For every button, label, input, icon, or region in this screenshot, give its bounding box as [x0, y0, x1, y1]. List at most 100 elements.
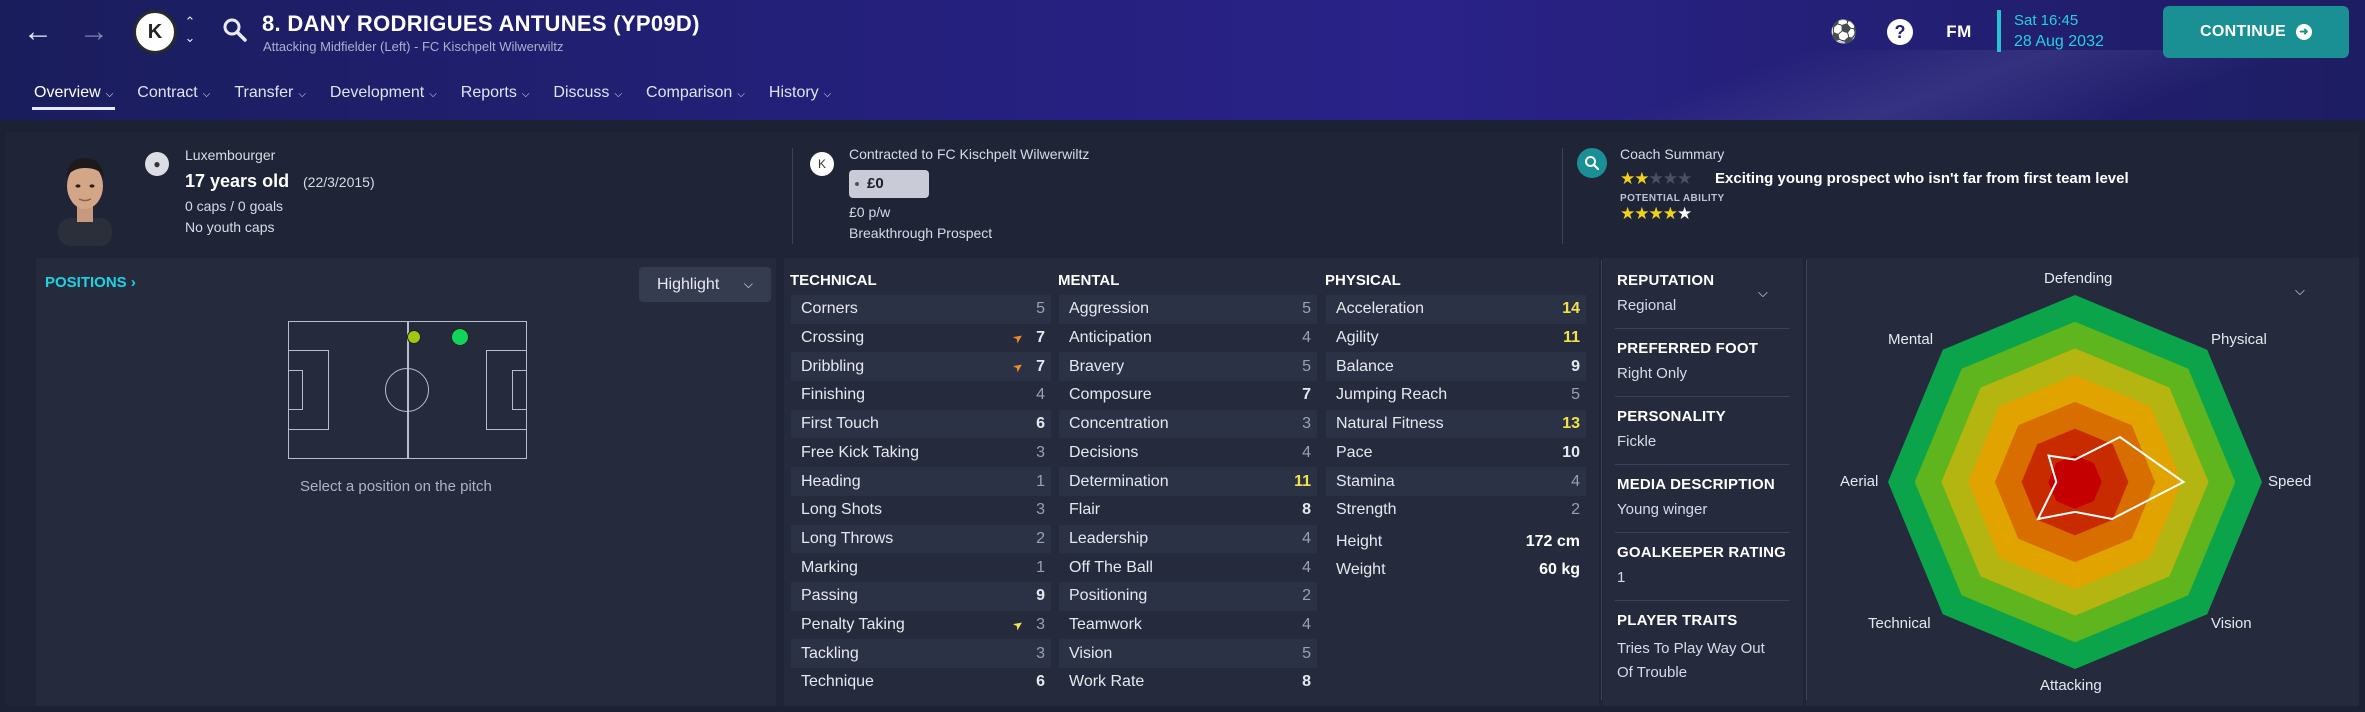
fm-logo[interactable]: FM: [1945, 18, 1973, 46]
preferred-foot-label: PREFERRED FOOT: [1617, 340, 1759, 357]
attribute-row[interactable]: Determination 11: [1059, 467, 1317, 496]
attribute-value: 4: [1571, 472, 1580, 490]
player-dob: (22/3/2015): [303, 174, 375, 190]
attribute-value: 8: [1302, 501, 1311, 519]
attribute-row[interactable]: Passing 9: [791, 582, 1051, 611]
position-pitch[interactable]: [288, 321, 527, 459]
chevron-down-icon: ⌵: [429, 89, 437, 100]
attribute-value: 4: [1302, 558, 1311, 576]
attribute-row[interactable]: Penalty Taking 3 ➤: [791, 611, 1051, 640]
attribute-row[interactable]: Natural Fitness 13: [1326, 409, 1586, 439]
coach-summary-text: Exciting young prospect who isn't far fr…: [1715, 170, 2129, 187]
attribute-name: Leadership: [1069, 529, 1149, 547]
forward-arrow-icon[interactable]: →: [76, 14, 112, 50]
tab-history[interactable]: History ⌵: [757, 80, 843, 114]
reputation-label: REPUTATION: [1617, 272, 1715, 289]
attribute-row[interactable]: Tackling 3: [791, 639, 1051, 669]
attribute-row[interactable]: Positioning 2: [1059, 582, 1317, 611]
chevron-down-icon: ⌵: [521, 89, 530, 100]
attribute-row[interactable]: Jumping Reach 5: [1326, 381, 1586, 410]
club-badge-small-icon[interactable]: K: [810, 152, 834, 176]
attribute-row[interactable]: Composure 7: [1059, 381, 1317, 410]
attribute-row[interactable]: Leadership 4: [1059, 524, 1317, 554]
tab-label: History: [768, 84, 819, 101]
positions-link[interactable]: POSITIONS ›: [45, 274, 136, 291]
tab-label: Overview: [34, 84, 101, 101]
position-dot-aml[interactable]: [407, 330, 421, 344]
left-goal-box: [289, 370, 303, 410]
potential-ability-label: POTENTIAL ABILITY: [1620, 193, 1725, 204]
trend-arrow-icon: ➤: [1009, 358, 1027, 376]
tab-development[interactable]: Development ⌵: [318, 80, 449, 114]
continue-button[interactable]: CONTINUE ➜: [2163, 6, 2349, 58]
attribute-row[interactable]: Work Rate 8: [1059, 668, 1317, 697]
tab-label: Comparison: [646, 84, 733, 101]
help-icon[interactable]: ?: [1887, 19, 1913, 45]
football-icon[interactable]: ⚽: [1830, 18, 1858, 46]
tab-overview[interactable]: Overview ⌵: [22, 80, 125, 114]
attribute-row[interactable]: Heading 1: [791, 467, 1051, 496]
attribute-row[interactable]: Acceleration 14: [1326, 295, 1586, 324]
tab-discuss[interactable]: Discuss ⌵: [541, 80, 634, 114]
tab-transfer[interactable]: Transfer ⌵: [222, 80, 318, 114]
tab-comparison[interactable]: Comparison ⌵: [634, 80, 757, 114]
tab-contract[interactable]: Contract ⌵: [125, 80, 222, 114]
attribute-value: 3: [1036, 644, 1045, 662]
attribute-row[interactable]: Flair 8: [1059, 496, 1317, 525]
attribute-name: Work Rate: [1069, 673, 1145, 691]
weight-value: 60 kg: [1539, 561, 1580, 579]
player-trait-1-line1[interactable]: Tries To Play Way Out: [1617, 640, 1765, 657]
contracted-to[interactable]: Contracted to FC Kischpelt Wilwerwiltz: [849, 146, 1089, 162]
height-row: Height 172 cm: [1326, 528, 1586, 557]
attribute-row[interactable]: Concentration 3: [1059, 409, 1317, 439]
attribute-value: 5: [1302, 644, 1311, 662]
radar-label-technical: Technical: [1868, 615, 1931, 632]
attribute-row[interactable]: Corners 5: [791, 295, 1051, 324]
attribute-row[interactable]: Free Kick Taking 3: [791, 439, 1051, 468]
attribute-value: 11: [1563, 329, 1580, 347]
attribute-row[interactable]: First Touch 6: [791, 409, 1051, 439]
attribute-value: 3: [1302, 415, 1311, 433]
attribute-value: 4: [1302, 443, 1311, 461]
attribute-row[interactable]: Anticipation 4: [1059, 324, 1317, 353]
arrow-right-icon: ➜: [2295, 24, 2312, 40]
position-dot-ml[interactable]: [451, 328, 469, 346]
attribute-row[interactable]: Finishing 4: [791, 381, 1051, 410]
attribute-row[interactable]: Dribbling 7 ➤: [791, 352, 1051, 382]
scout-search-icon[interactable]: [1577, 148, 1607, 178]
attribute-name: Dribbling: [801, 357, 865, 375]
attribute-row[interactable]: Crossing 7 ➤: [791, 324, 1051, 353]
player-avatar: [50, 146, 120, 246]
chevron-down-icon[interactable]: ⌵: [1758, 285, 1768, 301]
attribute-row[interactable]: Decisions 4: [1059, 439, 1317, 468]
back-arrow-icon[interactable]: ←: [20, 14, 56, 50]
attribute-row[interactable]: Strength 2: [1326, 496, 1586, 525]
tab-reports[interactable]: Reports ⌵: [449, 80, 542, 114]
club-badge[interactable]: K: [133, 10, 177, 54]
attribute-row[interactable]: Long Throws 2: [791, 524, 1051, 554]
attribute-row[interactable]: Teamwork 4: [1059, 611, 1317, 640]
attribute-row[interactable]: Bravery 5: [1059, 352, 1317, 382]
player-trait-1-line2[interactable]: Of Trouble: [1617, 664, 1687, 681]
attribute-row[interactable]: Stamina 4: [1326, 467, 1586, 496]
attribute-row[interactable]: Aggression 5: [1059, 295, 1317, 324]
search-icon[interactable]: [221, 16, 251, 46]
tab-label: Discuss: [553, 84, 610, 101]
attribute-row[interactable]: Agility 11: [1326, 324, 1586, 353]
attribute-name: Long Throws: [801, 529, 894, 547]
attribute-row[interactable]: Vision 5: [1059, 639, 1317, 669]
club-switch-chevron-icon[interactable]: ⌃ ⌄: [180, 14, 200, 50]
attribute-row[interactable]: Off The Ball 4: [1059, 553, 1317, 582]
nation-flag-icon[interactable]: ●: [145, 152, 169, 176]
media-description-value: Young winger: [1617, 501, 1708, 518]
attribute-value: 9: [1571, 357, 1580, 375]
attribute-name: Decisions: [1069, 443, 1139, 461]
attribute-row[interactable]: Long Shots 3: [791, 496, 1051, 525]
attribute-name: Teamwork: [1069, 616, 1142, 634]
attribute-value: 14: [1562, 300, 1580, 318]
attribute-row[interactable]: Pace 10: [1326, 439, 1586, 468]
attribute-row[interactable]: Balance 9: [1326, 352, 1586, 382]
highlight-dropdown[interactable]: Highlight ⌵: [639, 267, 771, 302]
attribute-row[interactable]: Marking 1: [791, 553, 1051, 582]
attribute-row[interactable]: Technique 6: [791, 668, 1051, 697]
